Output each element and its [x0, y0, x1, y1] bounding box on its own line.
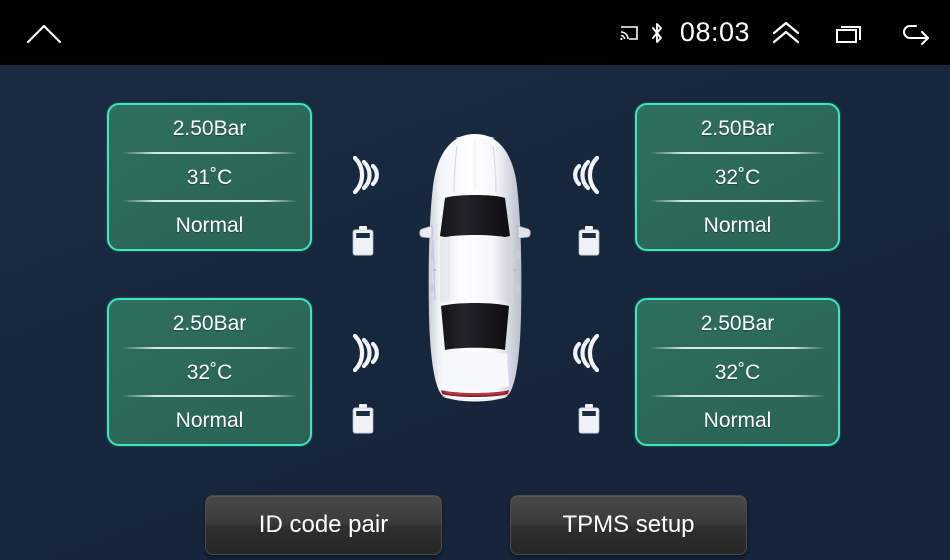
- tyre-status-rear-left: Normal: [175, 409, 244, 433]
- home-icon[interactable]: [24, 20, 64, 46]
- tyre-pressure-front-left: 2.50Bar: [172, 116, 247, 140]
- double-chevron-up-icon[interactable]: [768, 19, 804, 47]
- sensor-indicators-front-right: [565, 146, 613, 262]
- tyre-pressure-front-right: 2.50Bar: [700, 116, 775, 140]
- battery-icon: [576, 225, 602, 262]
- car-top-view-icon: [415, 128, 535, 408]
- clock: 08:03: [679, 17, 750, 47]
- tyre-panel-front-left[interactable]: 2.50Bar 31˚C Normal: [107, 103, 312, 251]
- signal-waves-icon: [343, 146, 383, 209]
- cast-icon[interactable]: [618, 23, 640, 43]
- bluetooth-icon[interactable]: [648, 21, 666, 45]
- sensor-indicators-rear-right: [565, 324, 613, 440]
- sensor-indicators-front-left: [339, 146, 387, 262]
- tyre-temperature-rear-right: 32˚C: [714, 360, 761, 384]
- battery-icon: [576, 403, 602, 440]
- battery-icon: [350, 403, 376, 440]
- signal-waves-icon: [569, 146, 609, 209]
- signal-waves-icon: [343, 324, 383, 387]
- tyre-temperature-front-left: 31˚C: [186, 165, 233, 189]
- tyre-pressure-rear-left: 2.50Bar: [172, 311, 247, 335]
- tyre-pressure-rear-right: 2.50Bar: [700, 311, 775, 335]
- tyre-status-front-right: Normal: [703, 214, 772, 238]
- battery-icon: [350, 225, 376, 262]
- tpms-setup-button[interactable]: TPMS setup: [510, 495, 747, 555]
- back-arrow-icon[interactable]: [898, 20, 934, 46]
- tyre-status-rear-right: Normal: [703, 409, 772, 433]
- tyre-panel-rear-right[interactable]: 2.50Bar 32˚C Normal: [635, 298, 840, 446]
- tpms-screen: 08:03 2.50Bar 31˚C Normal 2.50Bar 32˚C N…: [0, 0, 950, 560]
- android-status-bar: 08:03: [0, 0, 950, 65]
- signal-waves-icon: [569, 324, 609, 387]
- tyre-panel-rear-left[interactable]: 2.50Bar 32˚C Normal: [107, 298, 312, 446]
- recent-apps-icon[interactable]: [834, 20, 868, 46]
- tyre-temperature-front-right: 32˚C: [714, 165, 761, 189]
- id-code-pair-button[interactable]: ID code pair: [205, 495, 442, 555]
- sensor-indicators-rear-left: [339, 324, 387, 440]
- tyre-panel-front-right[interactable]: 2.50Bar 32˚C Normal: [635, 103, 840, 251]
- tyre-temperature-rear-left: 32˚C: [186, 360, 233, 384]
- tyre-status-front-left: Normal: [175, 214, 244, 238]
